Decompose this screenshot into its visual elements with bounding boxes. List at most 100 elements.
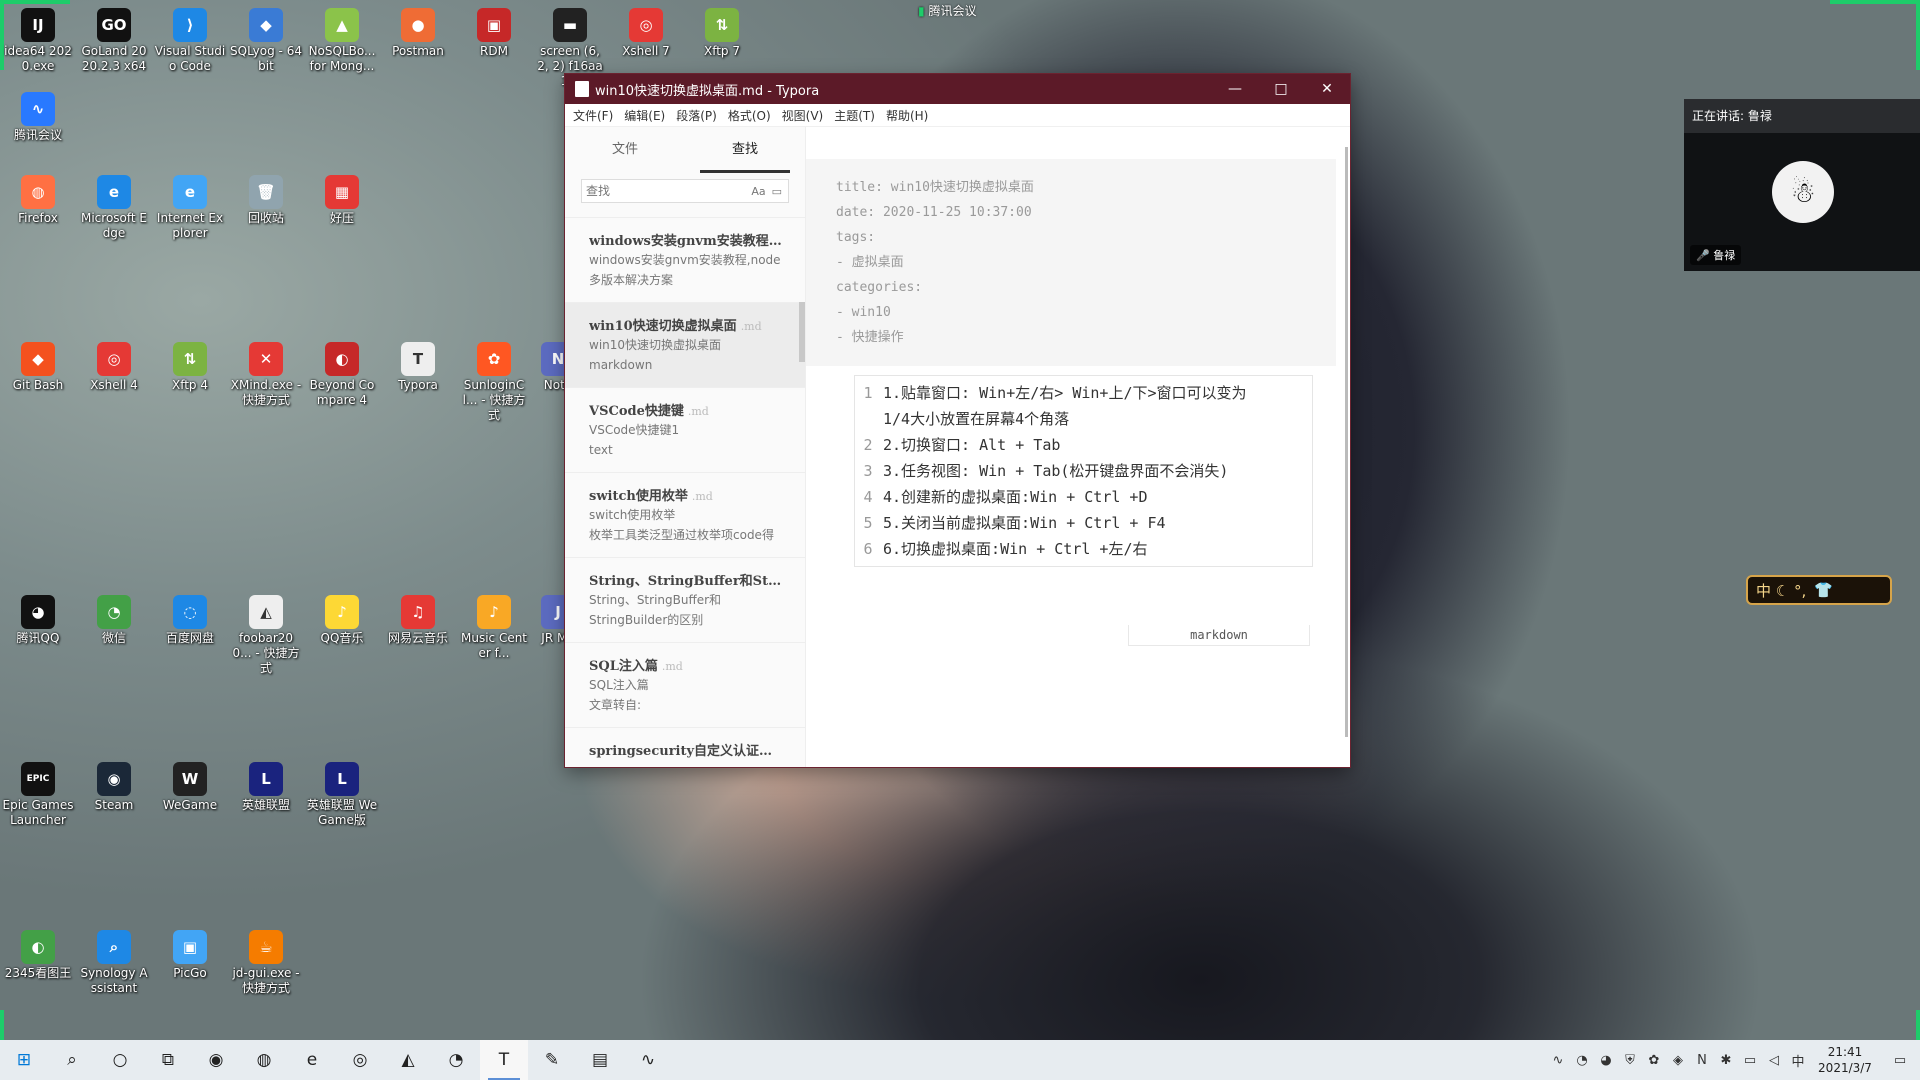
- file-list-item[interactable]: windows安装gnvm安装教程,n... windows安装gnvm安装教程,…: [565, 218, 805, 303]
- desktop-icon[interactable]: T Typora: [382, 342, 454, 393]
- desktop-icon[interactable]: e Internet Explorer: [154, 175, 226, 241]
- desktop-icon[interactable]: ♫ 网易云音乐: [382, 595, 454, 646]
- tab-files[interactable]: 文件: [565, 127, 685, 173]
- file-list-item[interactable]: switch使用枚举 .md switch使用枚举 枚举工具类泛型通过枚举项code得: [565, 473, 805, 558]
- desktop-icon[interactable]: ✕ XMind.exe - 快捷方式: [230, 342, 302, 408]
- desktop-icon[interactable]: ◆ Git Bash: [2, 342, 74, 393]
- desktop-icon[interactable]: ⟩ Visual Studio Code: [154, 8, 226, 74]
- desktop-icon[interactable]: e Microsoft Edge: [78, 175, 150, 241]
- maximize-button[interactable]: □: [1258, 74, 1304, 104]
- file-list-item[interactable]: VSCode快捷键 .md VSCode快捷键1 text: [565, 388, 805, 473]
- desktop-icon[interactable]: ♪ QQ音乐: [306, 595, 378, 646]
- menu-format[interactable]: 格式(O): [728, 104, 777, 126]
- desktop-icon[interactable]: ◌ 百度网盘: [154, 595, 226, 646]
- desktop-icon[interactable]: ◎ Xshell 4: [78, 342, 150, 393]
- menu-edit[interactable]: 编辑(E): [624, 104, 671, 126]
- desktop-icon[interactable]: ⇅ Xftp 7: [686, 8, 758, 59]
- desktop-icon[interactable]: ✿ SunloginCl... - 快捷方式: [458, 342, 530, 423]
- desktop-icon[interactable]: ▣ PicGo: [154, 930, 226, 981]
- tab-search[interactable]: 查找: [685, 127, 805, 173]
- taskbar-foobar-icon[interactable]: ◭: [384, 1040, 432, 1080]
- taskbar-chrome-icon[interactable]: ◉: [192, 1040, 240, 1080]
- code-block[interactable]: 1 1.贴靠窗口: Win+左/右> Win+上/下>窗口可以变为 1/4大小放置在…: [854, 375, 1313, 567]
- desktop-icon[interactable]: ● Postman: [382, 8, 454, 59]
- desktop-icon[interactable]: IJ idea64 2020.exe: [2, 8, 74, 74]
- desktop-icon[interactable]: ◐ Beyond Compare 4: [306, 342, 378, 408]
- taskbar-search-icon[interactable]: ⌕: [48, 1040, 96, 1080]
- clock[interactable]: 21:41 2021/3/7: [1810, 1044, 1880, 1076]
- app-icon: ⌕: [97, 930, 131, 964]
- desktop-icon[interactable]: W WeGame: [154, 762, 226, 813]
- file-list-item[interactable]: springsecurity自定义认证过程: [565, 728, 805, 767]
- desktop-icon[interactable]: GO GoLand 2020.2.3 x64: [78, 8, 150, 74]
- desktop-icon[interactable]: ▦ 好压: [306, 175, 378, 226]
- huawei-icon[interactable]: ✿: [1642, 1053, 1666, 1068]
- front-matter-block[interactable]: title: win10快速切换虚拟桌面 date: 2020-11-25 10:…: [806, 159, 1336, 366]
- ime-toolbar[interactable]: 中 ☾ °, 👕: [1746, 575, 1892, 605]
- taskbar-task-view-icon[interactable]: ⧉: [144, 1040, 192, 1080]
- desktop-icon[interactable]: ∿ 腾讯会议: [2, 92, 74, 143]
- menu-paragraph[interactable]: 段落(P): [676, 104, 723, 126]
- volume-icon[interactable]: ◁: [1762, 1053, 1786, 1068]
- taskbar-wechat-icon[interactable]: ◔: [432, 1040, 480, 1080]
- qq-tray-icon[interactable]: ◕: [1594, 1053, 1618, 1068]
- desktop-icon[interactable]: EPIC Epic Games Launcher: [2, 762, 74, 828]
- desktop-icon[interactable]: ▣ RDM: [458, 8, 530, 59]
- desktop-icon[interactable]: ◐ 2345看图王: [2, 930, 74, 981]
- menu-view[interactable]: 视图(V): [782, 104, 830, 126]
- wechat-tray-icon[interactable]: ◔: [1570, 1053, 1594, 1068]
- file-list-item[interactable]: win10快速切换虚拟桌面 .md win10快速切换虚拟桌面 markdown: [565, 303, 805, 388]
- editor-scrollbar[interactable]: [1345, 147, 1348, 737]
- menu-file[interactable]: 文件(F): [573, 104, 619, 126]
- taskbar-file-explorer-icon[interactable]: ▤: [576, 1040, 624, 1080]
- taskbar-network-tool-icon[interactable]: ◎: [336, 1040, 384, 1080]
- desktop-icon[interactable]: ⇅ Xftp 4: [154, 342, 226, 393]
- tencent-meeting-tray-icon[interactable]: ∿: [1546, 1053, 1570, 1068]
- taskbar-tencent-meeting-icon[interactable]: ∿: [624, 1040, 672, 1080]
- code-language-tag[interactable]: markdown: [1128, 625, 1310, 646]
- desktop-icon[interactable]: ◆ SQLyog - 64 bit: [230, 8, 302, 74]
- desktop-icon[interactable]: L 英雄联盟 WeGame版: [306, 762, 378, 828]
- desktop-icon[interactable]: ◉ Steam: [78, 762, 150, 813]
- desktop-icon[interactable]: ♪ Music Center f...: [458, 595, 530, 661]
- desktop-icon[interactable]: ⌕ Synology Assistant: [78, 930, 150, 996]
- desktop-icon[interactable]: 🗑 回收站: [230, 175, 302, 226]
- search-input[interactable]: [582, 183, 752, 199]
- meeting-speaker-panel[interactable]: 正在讲话: 鲁禄 ☃ 🎤 鲁禄: [1684, 99, 1920, 271]
- menu-help[interactable]: 帮助(H): [886, 104, 934, 126]
- onenote-icon[interactable]: N: [1690, 1053, 1714, 1068]
- file-list-item[interactable]: SQL注入篇 .md SQL注入篇 文章转自:: [565, 643, 805, 728]
- desktop-icon[interactable]: ☕ jd-gui.exe - 快捷方式: [230, 930, 302, 996]
- tencent-meeting-indicator[interactable]: ▮ 腾讯会议: [918, 2, 976, 19]
- taskbar-typora-icon[interactable]: T: [480, 1040, 528, 1080]
- sunlogin-tray-icon[interactable]: ✱: [1714, 1053, 1738, 1068]
- shield-icon[interactable]: ⛨: [1618, 1053, 1642, 1068]
- taskbar-windows-logo-icon[interactable]: ⊞: [0, 1040, 48, 1080]
- desktop-icon[interactable]: L 英雄联盟: [230, 762, 302, 813]
- menu-theme[interactable]: 主题(T): [834, 104, 881, 126]
- editor[interactable]: title: win10快速切换虚拟桌面 date: 2020-11-25 10:…: [806, 127, 1350, 767]
- close-button[interactable]: ✕: [1304, 74, 1350, 104]
- desktop-icon[interactable]: ◔ 微信: [78, 595, 150, 646]
- file-list-item[interactable]: String、StringBuffer和String... String、Stri…: [565, 558, 805, 643]
- typora-window[interactable]: win10快速切换虚拟桌面.md - Typora — □ ✕ 文件(F) 编辑…: [565, 74, 1350, 767]
- whole-word-icon[interactable]: ▭: [772, 185, 782, 198]
- sidebar-scrollbar[interactable]: [799, 302, 805, 362]
- minimize-button[interactable]: —: [1212, 74, 1258, 104]
- desktop-icon[interactable]: ◍ Firefox: [2, 175, 74, 226]
- ime-tray-icon[interactable]: 中: [1786, 1051, 1810, 1070]
- taskbar-notepad-icon[interactable]: ✎: [528, 1040, 576, 1080]
- app-icon: ◐: [21, 930, 55, 964]
- desktop-icon[interactable]: ◎ Xshell 7: [610, 8, 682, 59]
- case-sensitive-toggle[interactable]: Aa: [751, 185, 765, 198]
- taskbar-firefox-icon[interactable]: ◍: [240, 1040, 288, 1080]
- taskbar-cortana-icon[interactable]: ○: [96, 1040, 144, 1080]
- notification-icon[interactable]: ▭: [1880, 1053, 1920, 1068]
- title-bar[interactable]: win10快速切换虚拟桌面.md - Typora — □ ✕: [565, 74, 1350, 104]
- desktop-icon[interactable]: ◕ 腾讯QQ: [2, 595, 74, 646]
- security-icon[interactable]: ◈: [1666, 1053, 1690, 1068]
- network-icon[interactable]: ▭: [1738, 1053, 1762, 1068]
- desktop-icon[interactable]: ▲ NoSQLBo... for Mong...: [306, 8, 378, 74]
- taskbar-edge-icon[interactable]: e: [288, 1040, 336, 1080]
- desktop-icon[interactable]: ◭ foobar200... - 快捷方式: [230, 595, 302, 676]
